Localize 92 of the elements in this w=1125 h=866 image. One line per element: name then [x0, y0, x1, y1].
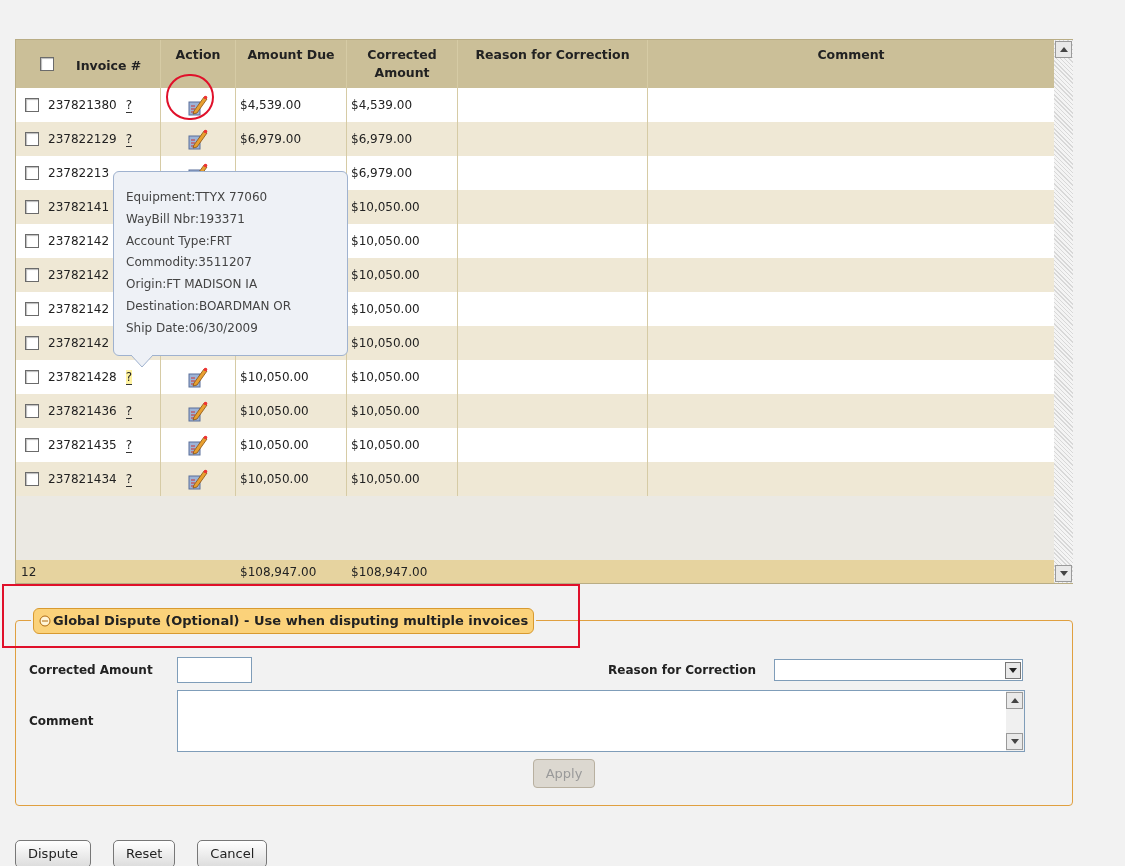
help-link[interactable]: ? — [125, 403, 133, 419]
checkbox[interactable] — [25, 98, 39, 112]
table-cell-text: $10,050.00 — [240, 369, 309, 386]
edit-icon[interactable] — [188, 434, 208, 456]
action-button[interactable]: Reset — [113, 840, 176, 866]
total-amount: $108,947.00 — [351, 564, 428, 579]
table-cell-text: $10,050.00 — [240, 437, 309, 454]
invoice-number: 23782142 — [48, 233, 110, 250]
help-link[interactable]: ? — [125, 437, 133, 453]
invoice-number: 237821380 — [48, 97, 117, 114]
down-arrow-icon — [1059, 571, 1068, 576]
tooltip-line: Commodity:3511207 — [126, 254, 252, 272]
column-header: Reason for Correction — [475, 46, 630, 64]
section-header[interactable]: Global Dispute (Optional) - Use when disputing multiple invoices — [33, 607, 535, 634]
total-amount: $108,947.00 — [240, 564, 317, 579]
edit-icon[interactable] — [188, 128, 208, 150]
scroll-up-button[interactable] — [1006, 692, 1023, 709]
invoice-number: 237821434 — [48, 471, 117, 488]
column-header: Action — [175, 46, 221, 64]
column-header: Corrected Amount — [366, 46, 438, 82]
column-header: Comment — [817, 46, 885, 64]
table-cell-text: $6,979.00 — [240, 131, 302, 148]
checkbox[interactable] — [40, 57, 54, 71]
field-label: Corrected Amount — [29, 662, 154, 679]
collapse-icon[interactable] — [39, 614, 51, 627]
table-cell-text: $6,979.00 — [351, 131, 413, 148]
caret-icon — [1009, 667, 1017, 673]
table-cell-text: $10,050.00 — [351, 437, 420, 454]
table-cell-text: $10,050.00 — [351, 335, 420, 352]
corrected-amount-field[interactable] — [177, 657, 252, 683]
checkbox[interactable] — [25, 200, 39, 214]
field-label: Comment — [29, 713, 95, 730]
checkbox[interactable] — [25, 472, 39, 486]
help-link[interactable]: ? — [125, 369, 133, 385]
checkbox[interactable] — [25, 302, 39, 316]
table-cell-text: $10,050.00 — [351, 267, 420, 284]
tooltip-line: Ship Date:06/30/2009 — [126, 319, 258, 337]
action-button[interactable]: Cancel — [197, 840, 268, 866]
edit-icon[interactable] — [188, 468, 208, 490]
field-label: Reason for Correction — [608, 662, 756, 679]
comment-field[interactable] — [177, 690, 1025, 752]
tooltip-line: Origin:FT MADISON IA — [126, 276, 258, 294]
table-cell-text: $10,050.00 — [351, 301, 420, 318]
invoice-number: 237822129 — [48, 131, 117, 148]
row-count: 12 — [21, 564, 37, 579]
table-cell-text: $10,050.00 — [240, 403, 309, 420]
tooltip-line: Account Type:FRT — [126, 232, 232, 250]
action-button[interactable]: Dispute — [15, 840, 91, 866]
checkbox[interactable] — [25, 132, 39, 146]
checkbox[interactable] — [25, 438, 39, 452]
column-header: Invoice # — [76, 56, 142, 75]
table-cell-text: $10,050.00 — [351, 233, 420, 250]
reason-dropdown[interactable] — [774, 659, 1023, 681]
tooltip-line: Equipment:TTYX 77060 — [126, 189, 268, 206]
edit-icon[interactable] — [188, 366, 208, 388]
help-link[interactable]: ? — [125, 131, 133, 147]
table-cell-text: $4,539.00 — [351, 97, 413, 114]
invoice-number: 237821435 — [48, 437, 117, 454]
tooltip-line: WayBill Nbr:193371 — [126, 210, 245, 228]
invoice-number: 23782141 — [48, 199, 110, 216]
table-cell-text: $10,050.00 — [351, 471, 420, 488]
edit-icon[interactable] — [188, 400, 208, 422]
up-arrow-icon — [1010, 698, 1019, 703]
down-arrow-icon — [1010, 739, 1019, 744]
help-link[interactable]: ? — [125, 97, 133, 113]
scroll-up-button[interactable] — [1055, 41, 1072, 58]
scroll-down-button[interactable] — [1055, 565, 1072, 582]
table-cell-text: $10,050.00 — [351, 403, 420, 420]
table-cell-text: $10,050.00 — [351, 369, 420, 386]
table-cell-text: $6,979.00 — [351, 165, 413, 182]
checkbox[interactable] — [25, 234, 39, 248]
checkbox[interactable] — [25, 404, 39, 418]
help-link[interactable]: ? — [125, 471, 133, 487]
up-arrow-icon — [1059, 47, 1068, 52]
table-cell-text: $4,539.00 — [240, 97, 302, 114]
table-cell-text: $10,050.00 — [351, 199, 420, 216]
column-header: Amount Due — [247, 46, 335, 64]
checkbox[interactable] — [25, 166, 39, 180]
invoice-number: 23782213 — [48, 165, 110, 182]
invoice-number: 23782142 — [48, 301, 110, 318]
scroll-down-button[interactable] — [1006, 733, 1023, 750]
invoice-number: 23782142 — [48, 335, 110, 352]
checkbox[interactable] — [25, 268, 39, 282]
invoice-number: 23782142 — [48, 267, 110, 284]
checkbox[interactable] — [25, 370, 39, 384]
scrollbar[interactable] — [1054, 40, 1073, 583]
invoice-number: 237821436 — [48, 403, 117, 420]
checkbox[interactable] — [25, 336, 39, 350]
tooltip-line: Destination:BOARDMAN OR — [126, 298, 292, 315]
edit-icon[interactable] — [188, 94, 208, 116]
table-cell-text: $10,050.00 — [240, 471, 309, 488]
invoice-number: 237821428 — [48, 369, 117, 386]
